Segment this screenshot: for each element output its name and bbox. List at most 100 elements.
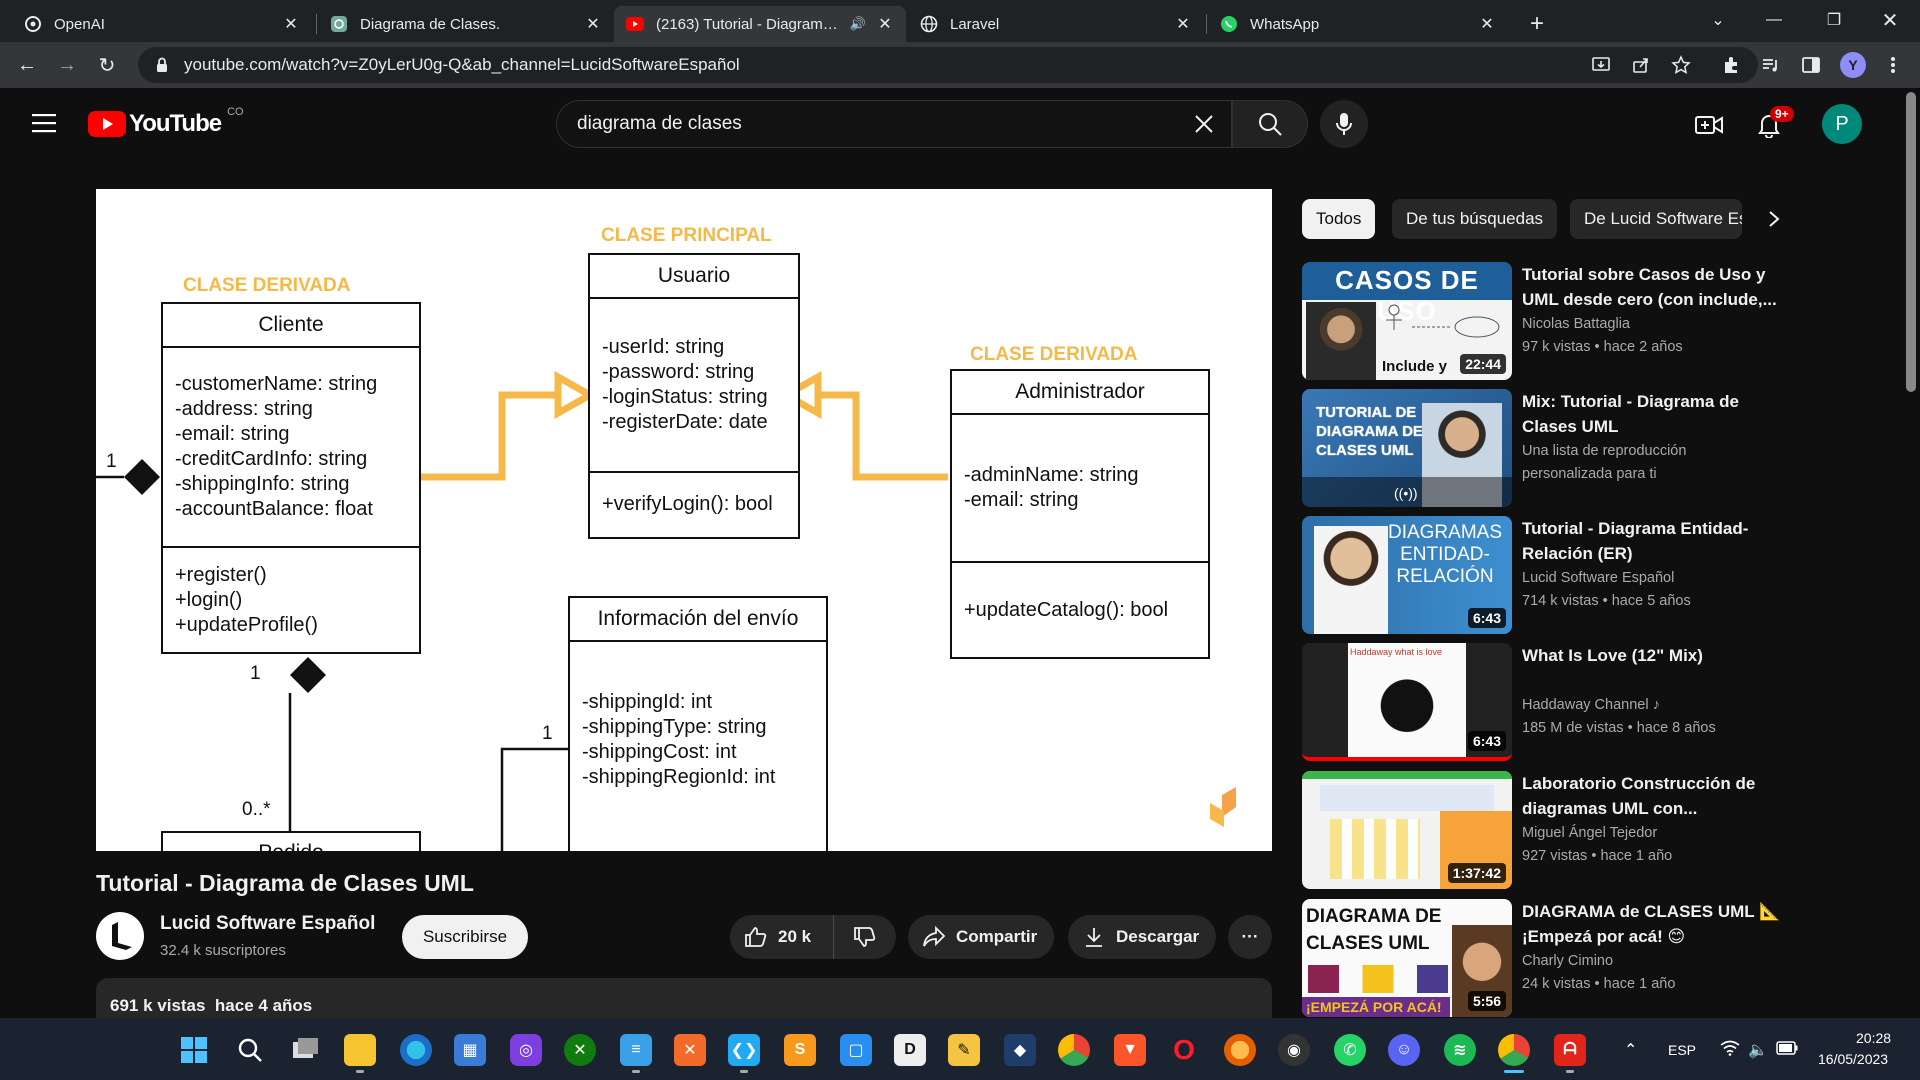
- voice-search-button[interactable]: [1320, 100, 1368, 148]
- chip-todos[interactable]: Todos: [1302, 199, 1376, 239]
- media-control-icon[interactable]: [1758, 52, 1784, 78]
- search-button[interactable]: [1232, 100, 1308, 148]
- rec-title[interactable]: What Is Love (12" Mix): [1522, 643, 1782, 668]
- share-button[interactable]: Compartir: [908, 915, 1054, 959]
- language-indicator[interactable]: ESP: [1668, 1042, 1696, 1058]
- whatsapp-taskbar-icon[interactable]: ✆: [1334, 1034, 1366, 1066]
- tab-whatsapp[interactable]: WhatsApp ✕: [1208, 6, 1508, 42]
- dislike-button[interactable]: [834, 915, 896, 959]
- reload-icon[interactable]: ↻: [92, 50, 122, 80]
- video-thumbnail[interactable]: Haddaway what is love 6:43: [1302, 643, 1512, 761]
- obs-icon[interactable]: ◉: [1278, 1034, 1310, 1066]
- new-tab-button[interactable]: +: [1522, 9, 1552, 39]
- notepad-icon[interactable]: ≡: [620, 1034, 652, 1066]
- speaker-icon[interactable]: 🔊: [850, 16, 866, 32]
- chip-de-tus-busquedas[interactable]: De tus búsquedas: [1392, 199, 1558, 239]
- vscode-icon[interactable]: ❮❯: [728, 1034, 760, 1066]
- rec-channel[interactable]: Una lista de reproducción: [1522, 443, 1686, 459]
- tab-diagrama[interactable]: Diagrama de Clases. ✕: [318, 6, 614, 42]
- share-icon[interactable]: [1628, 52, 1654, 78]
- subscribe-button[interactable]: Suscribirse: [402, 915, 528, 959]
- tab-search-icon[interactable]: ⌄: [1690, 0, 1746, 40]
- dia-icon[interactable]: D: [894, 1034, 926, 1066]
- firefox-icon[interactable]: [1224, 1034, 1256, 1066]
- task-view-icon[interactable]: [290, 1034, 322, 1066]
- video-thumbnail[interactable]: TUTORIAL DE DIAGRAMA DE CLASES UML ((•)): [1302, 389, 1512, 507]
- forward-icon[interactable]: →: [52, 50, 82, 80]
- rec-title[interactable]: Laboratorio Construcción de diagramas UM…: [1522, 771, 1782, 821]
- file-explorer-icon[interactable]: [344, 1034, 376, 1066]
- tray-chevron-up-icon[interactable]: ⌃: [1624, 1040, 1637, 1060]
- close-icon[interactable]: ✕: [876, 15, 894, 33]
- bookmark-star-icon[interactable]: [1668, 52, 1694, 78]
- tab-youtube-active[interactable]: (2163) Tutorial - Diagrama de Clases UML…: [614, 6, 906, 42]
- recommendation-item[interactable]: DIAGRAMA DE CLASES UML ¡EMPEZÁ POR ACÁ! …: [1302, 899, 1782, 1017]
- chrome-profile-icon[interactable]: [1498, 1034, 1530, 1066]
- download-button[interactable]: Descargar: [1068, 915, 1216, 959]
- restore-icon[interactable]: ❐: [1806, 0, 1862, 40]
- video-thumbnail[interactable]: 1:37:42: [1302, 771, 1512, 889]
- close-icon[interactable]: ✕: [282, 15, 300, 33]
- rec-channel[interactable]: Miguel Ángel Tejedor: [1522, 825, 1657, 841]
- like-button[interactable]: 20 k: [730, 915, 834, 959]
- edge-icon[interactable]: [400, 1034, 432, 1066]
- opera-icon[interactable]: O: [1168, 1034, 1200, 1066]
- chip-de-lucid[interactable]: De Lucid Software Español: [1570, 199, 1742, 239]
- tab-laravel[interactable]: Laravel ✕: [908, 6, 1204, 42]
- recommendation-item[interactable]: DIAGRAMAS ENTIDAD-RELACIÓN 6:43 Tutorial…: [1302, 516, 1782, 634]
- xampp-icon[interactable]: ✕: [674, 1034, 706, 1066]
- volume-icon[interactable]: 🔈: [1748, 1040, 1768, 1060]
- battery-icon[interactable]: [1776, 1041, 1798, 1058]
- xbox-icon[interactable]: ✕: [564, 1034, 596, 1066]
- recommendation-item[interactable]: CASOS DE USO Include y 22:44 Tutorial so…: [1302, 262, 1782, 380]
- recommendation-item[interactable]: TUTORIAL DE DIAGRAMA DE CLASES UML ((•))…: [1302, 389, 1782, 507]
- side-panel-icon[interactable]: [1798, 52, 1824, 78]
- sublime-text-icon[interactable]: S: [784, 1034, 816, 1066]
- clock-time[interactable]: 20:28: [1856, 1030, 1891, 1046]
- clear-search-icon[interactable]: [1192, 112, 1216, 136]
- channel-avatar[interactable]: [96, 912, 144, 960]
- more-actions-button[interactable]: ···: [1228, 915, 1272, 959]
- video-thumbnail[interactable]: CASOS DE USO Include y 22:44: [1302, 262, 1512, 380]
- acrobat-icon[interactable]: ᗩ: [1554, 1034, 1586, 1066]
- rec-title[interactable]: Mix: Tutorial - Diagrama de Clases UML: [1522, 389, 1782, 439]
- menu-icon[interactable]: [32, 112, 58, 134]
- video-thumbnail[interactable]: DIAGRAMAS ENTIDAD-RELACIÓN 6:43: [1302, 516, 1512, 634]
- brave-icon[interactable]: ▼: [1114, 1034, 1146, 1066]
- tools-icon[interactable]: ✎: [948, 1034, 980, 1066]
- tab-openai[interactable]: OpenAI ✕: [12, 6, 312, 42]
- rec-title[interactable]: Tutorial - Diagrama Entidad-Relación (ER…: [1522, 516, 1782, 566]
- rec-channel[interactable]: Charly Cimino: [1522, 953, 1613, 969]
- page-scrollbar[interactable]: [1906, 92, 1916, 392]
- rec-title[interactable]: DIAGRAMA de CLASES UML 📐 ¡Empezá por acá…: [1522, 899, 1782, 949]
- wifi-icon[interactable]: [1720, 1040, 1740, 1061]
- video-thumbnail[interactable]: DIAGRAMA DE CLASES UML ¡EMPEZÁ POR ACÁ! …: [1302, 899, 1512, 1017]
- chrome-icon[interactable]: [1058, 1034, 1090, 1066]
- spotify-icon[interactable]: ≋: [1444, 1034, 1476, 1066]
- rec-channel[interactable]: Lucid Software Español: [1522, 570, 1674, 586]
- create-video-icon[interactable]: [1694, 110, 1724, 140]
- search-input[interactable]: diagrama de clases: [556, 100, 1232, 148]
- close-icon[interactable]: ✕: [1174, 15, 1192, 33]
- back-icon[interactable]: ←: [12, 50, 42, 80]
- youtube-logo[interactable]: YouTube CO: [88, 106, 244, 138]
- discord-icon[interactable]: ☺: [1388, 1034, 1420, 1066]
- video-player[interactable]: CLASE PRINCIPAL CLASE DERIVADA CLASE DER…: [96, 189, 1272, 851]
- rec-channel[interactable]: Nicolas Battaglia: [1522, 316, 1630, 332]
- microsoft-store-icon[interactable]: ▦: [454, 1034, 486, 1066]
- channel-name[interactable]: Lucid Software Español: [160, 913, 375, 935]
- minimize-icon[interactable]: —: [1746, 0, 1802, 40]
- mysql-workbench-icon[interactable]: ◆: [1004, 1034, 1036, 1066]
- chevron-right-icon[interactable]: [1760, 205, 1788, 233]
- close-window-icon[interactable]: ✕: [1862, 0, 1918, 40]
- windows-start-icon[interactable]: [178, 1034, 210, 1066]
- browser-profile-avatar[interactable]: Y: [1840, 52, 1866, 78]
- extensions-icon[interactable]: [1718, 52, 1744, 78]
- rec-title[interactable]: Tutorial sobre Casos de Uso y UML desde …: [1522, 262, 1782, 312]
- app-icon-blue[interactable]: ▢: [840, 1034, 872, 1066]
- address-bar[interactable]: youtube.com/watch?v=Z0yLerU0g-Q&ab_chann…: [138, 47, 1758, 83]
- clock-date[interactable]: 16/05/2023: [1818, 1051, 1888, 1067]
- recommendation-item[interactable]: Haddaway what is love 6:43 What Is Love …: [1302, 643, 1782, 761]
- install-icon[interactable]: [1588, 52, 1614, 78]
- rec-channel[interactable]: Haddaway Channel ♪: [1522, 697, 1660, 713]
